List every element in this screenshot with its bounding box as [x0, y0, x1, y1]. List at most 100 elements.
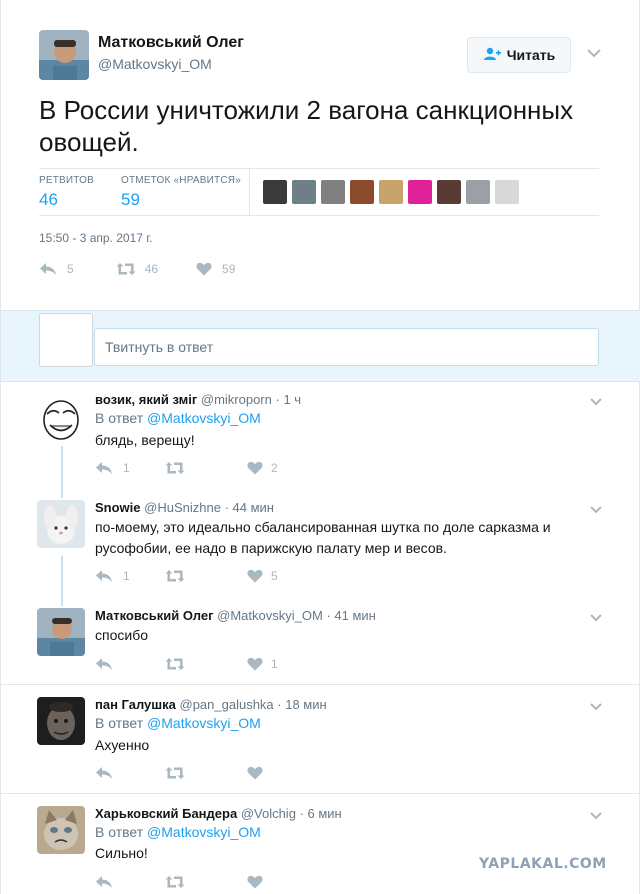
retweet-action[interactable]: [165, 875, 223, 889]
heart-icon: [247, 461, 263, 475]
reply-author-handle[interactable]: @Volchig: [241, 806, 296, 821]
reply-icon: [39, 262, 57, 276]
tweet-text: В России уничтожили 2 вагона санкционных…: [39, 95, 574, 157]
like-action[interactable]: 59: [196, 262, 235, 276]
reply-author-handle[interactable]: @Matkovskyi_OM: [217, 608, 323, 623]
reply-to-prefix: В ответ: [95, 715, 144, 731]
reply-to-mention[interactable]: @Matkovskyi_OM: [147, 715, 261, 731]
reply-avatar[interactable]: [37, 396, 85, 444]
retweet-icon: [116, 262, 136, 276]
author-handle[interactable]: @Matkovskyi_OM: [98, 56, 212, 72]
reply-text: по-моему, это идеально сбалансированная …: [95, 519, 551, 556]
reply-text: блядь, верещу!: [95, 432, 195, 448]
like-action[interactable]: 1: [247, 657, 278, 671]
reply-author-handle[interactable]: @mikroporn: [201, 392, 272, 407]
reply-author-name[interactable]: Snowie: [95, 500, 141, 515]
reply-avatar[interactable]: [37, 500, 85, 548]
reply-avatar[interactable]: [37, 608, 85, 656]
retweets-count: 46: [39, 190, 58, 209]
reply-to-line: В ответ @Matkovskyi_OM: [95, 410, 261, 426]
reply-time[interactable]: · 1 ч: [276, 392, 302, 407]
current-user-avatar: [39, 313, 93, 367]
liker-avatar[interactable]: [263, 180, 287, 204]
retweet-action[interactable]: [165, 569, 223, 583]
reply-icon: [95, 569, 113, 583]
retweet-action[interactable]: [165, 461, 223, 475]
reply-text: спосибо: [95, 627, 148, 643]
liker-avatar[interactable]: [292, 180, 316, 204]
reply-action[interactable]: 5: [39, 262, 74, 276]
reply-text: Ахуенно: [95, 737, 150, 753]
reply-input[interactable]: Твитнуть в ответ: [94, 328, 599, 366]
likes-stat[interactable]: ОТМЕТОК «НРАВИТСЯ» 59: [121, 175, 241, 210]
chevron-down-icon[interactable]: [589, 610, 603, 622]
follow-button[interactable]: Читать: [467, 37, 571, 73]
like-action[interactable]: [247, 766, 271, 780]
tweet-timestamp[interactable]: 15:50 - 3 апр. 2017 г.: [39, 231, 153, 245]
reply-composer: Твитнуть в ответ: [1, 310, 640, 382]
stats-divider: [249, 169, 250, 215]
liker-avatar[interactable]: [495, 180, 519, 204]
heart-icon: [247, 766, 263, 780]
main-tweet: Матковський Олег @Matkovskyi_OM Читать В…: [1, 0, 640, 310]
reply-to-mention[interactable]: @Matkovskyi_OM: [147, 410, 261, 426]
reply-author-name[interactable]: Харьковский Бандера: [95, 806, 237, 821]
reply-time[interactable]: · 41 мин: [326, 608, 375, 623]
reply-avatar[interactable]: [37, 697, 85, 745]
heart-icon: [196, 262, 212, 276]
chevron-down-icon[interactable]: [589, 394, 603, 406]
reply-count: 1: [123, 569, 130, 583]
reply-time[interactable]: · 44 мин: [225, 500, 274, 515]
reply-icon: [95, 461, 113, 475]
retweets-label: РЕТВИТОВ: [39, 175, 95, 186]
reply-time[interactable]: · 18 мин: [277, 697, 326, 712]
liker-avatar[interactable]: [321, 180, 345, 204]
reply-author-name[interactable]: возик, який зміг: [95, 392, 197, 407]
like-action[interactable]: 5: [247, 569, 278, 583]
follow-label: Читать: [506, 47, 556, 63]
reply-header: Snowie @HuSnizhne · 44 мин: [95, 500, 274, 515]
retweet-action[interactable]: 46: [116, 262, 158, 276]
tweet-page: Матковський Олег @Matkovskyi_OM Читать В…: [0, 0, 640, 894]
chevron-down-icon[interactable]: [589, 502, 603, 514]
author-avatar[interactable]: [39, 30, 89, 80]
reply-actions: [95, 875, 271, 889]
reply-to-mention[interactable]: @Matkovskyi_OM: [147, 824, 261, 840]
reply-header: Матковський Олег @Matkovskyi_OM · 41 мин: [95, 608, 376, 623]
chevron-down-icon[interactable]: [589, 808, 603, 820]
retweet-icon: [165, 875, 185, 889]
add-user-icon: [483, 47, 501, 64]
reply-actions: [95, 766, 271, 780]
reply-time[interactable]: · 6 мин: [300, 806, 342, 821]
retweet-icon: [165, 657, 185, 671]
reply-action[interactable]: 1: [95, 569, 141, 583]
tweet-actions: 5 46 59: [39, 262, 235, 276]
heart-icon: [247, 657, 263, 671]
author-name[interactable]: Матковський Олег: [98, 34, 244, 52]
retweet-action[interactable]: [165, 766, 223, 780]
reply-action[interactable]: [95, 766, 141, 780]
reply-action[interactable]: [95, 875, 141, 889]
heart-icon: [247, 569, 263, 583]
liker-avatar[interactable]: [466, 180, 490, 204]
liker-avatar[interactable]: [379, 180, 403, 204]
heart-icon: [247, 875, 263, 889]
reply-divider: [1, 793, 640, 794]
liker-avatar[interactable]: [408, 180, 432, 204]
chevron-down-icon[interactable]: [586, 46, 602, 58]
retweet-action[interactable]: [165, 657, 223, 671]
reply-action[interactable]: 1: [95, 461, 141, 475]
retweets-stat[interactable]: РЕТВИТОВ 46: [39, 175, 94, 210]
chevron-down-icon[interactable]: [589, 699, 603, 711]
reply-avatar[interactable]: [37, 806, 85, 854]
like-action[interactable]: [247, 875, 271, 889]
reply-author-name[interactable]: Матковський Олег: [95, 608, 214, 623]
reply-action[interactable]: [95, 657, 141, 671]
reply-author-handle[interactable]: @HuSnizhne: [144, 500, 221, 515]
reply-author-name[interactable]: пан Галушка: [95, 697, 176, 712]
reply-author-handle[interactable]: @pan_galushka: [180, 697, 274, 712]
like-action[interactable]: 2: [247, 461, 278, 475]
liker-avatar[interactable]: [350, 180, 374, 204]
reply-to-prefix: В ответ: [95, 410, 144, 426]
liker-avatar[interactable]: [437, 180, 461, 204]
